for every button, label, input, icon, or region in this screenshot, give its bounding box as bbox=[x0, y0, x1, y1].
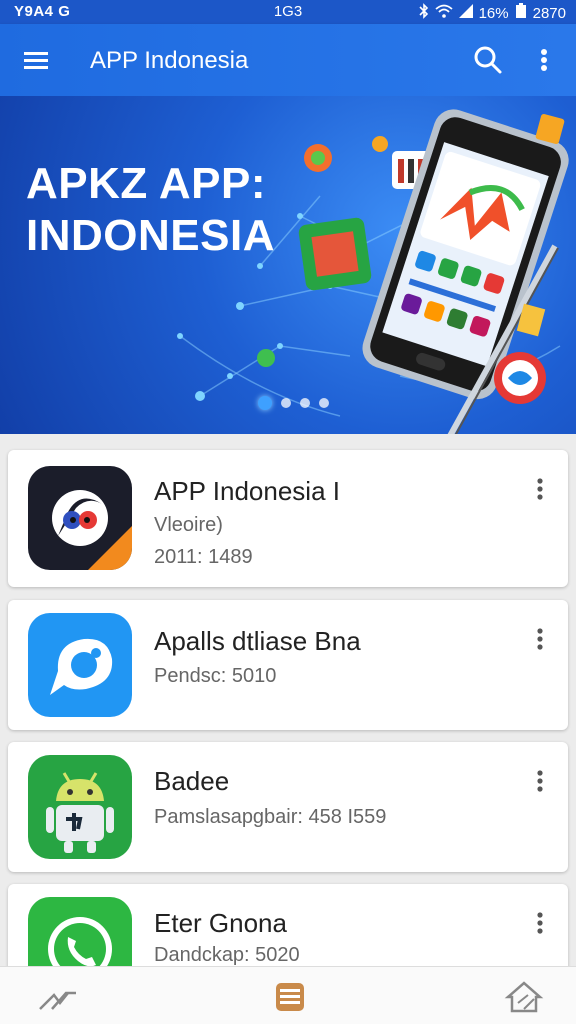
app-subtitle: Dandckap: 5020 bbox=[154, 944, 300, 966]
battery-icon bbox=[515, 3, 527, 23]
app-name: Apalls dtliase Bna bbox=[154, 626, 361, 656]
app-list-item[interactable]: Badee Pamslasapgbair: 458 I559 bbox=[8, 742, 568, 872]
blue-bird-icon bbox=[28, 613, 132, 717]
status-bar: Y9A4 G 1G3 16% 2870 bbox=[0, 0, 576, 24]
app-bar: APP Indonesia bbox=[0, 24, 576, 96]
search-icon[interactable] bbox=[470, 42, 506, 78]
bottom-navigation-bar bbox=[0, 966, 576, 1024]
more-vert-icon[interactable] bbox=[530, 766, 550, 796]
app-bar-title: APP Indonesia bbox=[90, 47, 249, 74]
app-name: Badee bbox=[154, 766, 230, 796]
status-right: 16% 2870 bbox=[419, 3, 566, 23]
app-subtitle: Pamslasapgbair: 458 I559 bbox=[154, 806, 387, 828]
carousel-dot[interactable] bbox=[281, 398, 291, 408]
stack-home-icon[interactable] bbox=[270, 979, 310, 1015]
banner-headline-line2: INDONESIA bbox=[26, 211, 275, 260]
app-name: Eter Gnona bbox=[154, 908, 287, 938]
promo-banner[interactable]: APKZ APP: INDONESIA bbox=[0, 96, 576, 434]
bird-logo-icon bbox=[28, 466, 132, 570]
carousel-dot[interactable] bbox=[319, 398, 329, 408]
battery-percent: 16% bbox=[478, 4, 509, 22]
more-vert-icon[interactable] bbox=[530, 42, 558, 78]
carousel-indicator bbox=[258, 396, 329, 410]
app-meta: 2011: 1489 bbox=[154, 546, 253, 568]
app-name: APP Indonesia I bbox=[154, 476, 340, 506]
app-list-item[interactable]: Apalls dtliase Bna Pendsc: 5010 bbox=[8, 600, 568, 730]
app-subtitle: Pendsc: 5010 bbox=[154, 665, 277, 687]
hamburger-menu-icon[interactable] bbox=[20, 46, 56, 74]
app-list-item[interactable]: APP Indonesia I Vleoire) 2011: 1489 bbox=[8, 450, 568, 587]
more-vert-icon[interactable] bbox=[530, 908, 550, 938]
banner-headline: APKZ APP: INDONESIA bbox=[26, 158, 275, 262]
carousel-dot[interactable] bbox=[300, 398, 310, 408]
signal-icon bbox=[458, 4, 473, 22]
banner-headline-line1: APKZ APP: bbox=[26, 159, 266, 208]
more-vert-icon[interactable] bbox=[530, 474, 550, 504]
wifi-icon bbox=[435, 4, 453, 22]
carousel-dot-active[interactable] bbox=[258, 396, 272, 410]
app-subtitle: Vleoire) bbox=[154, 514, 223, 536]
banner-network-graphic bbox=[177, 109, 569, 434]
more-vert-icon[interactable] bbox=[530, 624, 550, 654]
back-arrows-icon[interactable] bbox=[38, 979, 78, 1015]
house-recent-icon[interactable] bbox=[504, 979, 544, 1015]
android-robot-icon bbox=[28, 755, 132, 859]
bluetooth-icon bbox=[419, 3, 429, 23]
clock-text: 2870 bbox=[532, 4, 566, 22]
